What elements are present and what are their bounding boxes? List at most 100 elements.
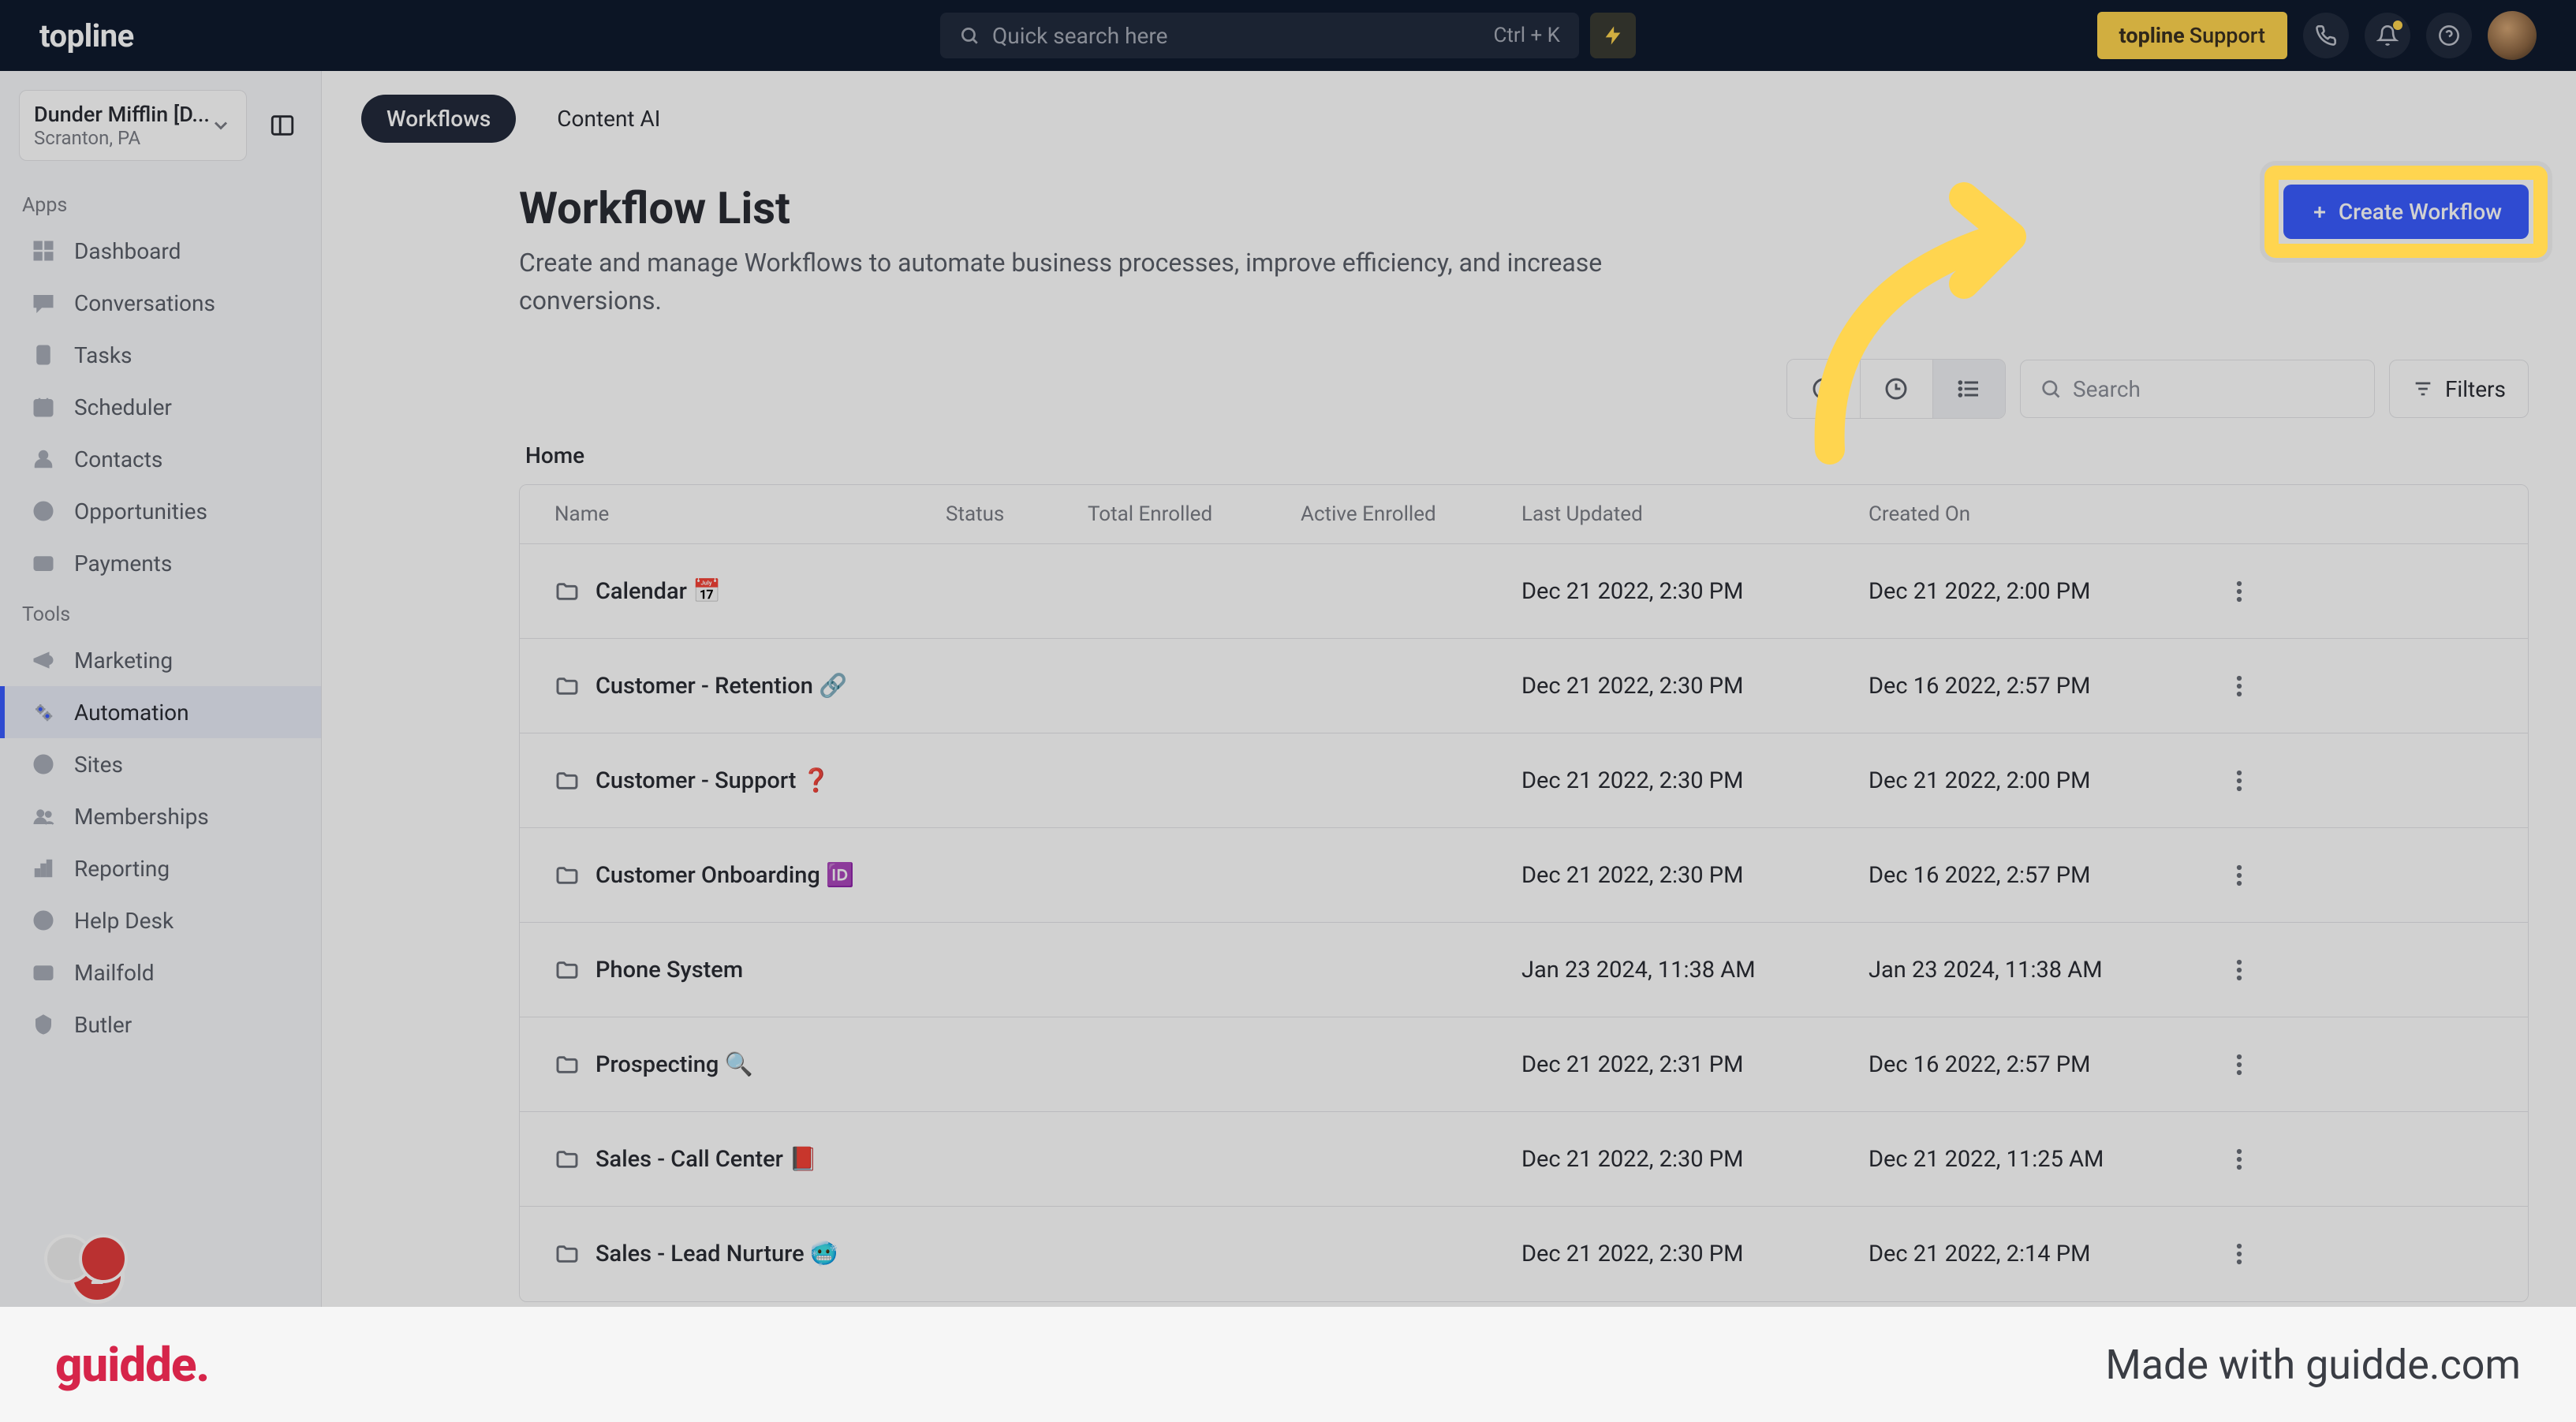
sidebar-item-label: Memberships bbox=[74, 804, 209, 830]
sidebar-item-contacts[interactable]: Contacts bbox=[0, 433, 321, 485]
chevron-down-icon bbox=[210, 114, 232, 136]
nav-section-apps: Apps bbox=[0, 180, 321, 225]
sidebar-item-dashboard[interactable]: Dashboard bbox=[0, 225, 321, 277]
table-search-input[interactable]: Search bbox=[2020, 360, 2375, 418]
sidebar-item-label: Marketing bbox=[74, 648, 173, 674]
filters-button[interactable]: Filters bbox=[2389, 360, 2529, 418]
table-row[interactable]: Sales - Call Center 📕Dec 21 2022, 2:30 P… bbox=[520, 1112, 2528, 1207]
table-search-placeholder: Search bbox=[2073, 376, 2141, 402]
created-on-cell: Dec 16 2022, 2:57 PM bbox=[1853, 673, 2200, 700]
sidebar-item-payments[interactable]: Payments bbox=[0, 537, 321, 589]
sidebar-item-marketing[interactable]: Marketing bbox=[0, 634, 321, 686]
filters-label: Filters bbox=[2445, 376, 2506, 402]
support-brand: topline bbox=[2119, 23, 2185, 48]
plus-icon bbox=[2310, 203, 2329, 222]
create-workflow-label: Create Workflow bbox=[2339, 199, 2502, 225]
phone-icon bbox=[2315, 24, 2337, 47]
table-row[interactable]: Phone SystemJan 23 2024, 11:38 AMJan 23 … bbox=[520, 923, 2528, 1017]
clock-icon bbox=[1883, 376, 1909, 401]
mail-icon bbox=[30, 959, 57, 986]
globe-icon bbox=[30, 751, 57, 778]
workspace-name: Dunder Mifflin [D... bbox=[34, 102, 210, 127]
row-more-button[interactable] bbox=[2219, 572, 2259, 611]
sidebar-item-opportunities[interactable]: Opportunities bbox=[0, 485, 321, 537]
global-search-input[interactable]: Quick search here Ctrl + K bbox=[940, 13, 1579, 58]
table-row[interactable]: Prospecting 🔍Dec 21 2022, 2:31 PMDec 16 … bbox=[520, 1017, 2528, 1112]
quick-actions-button[interactable] bbox=[1590, 13, 1636, 58]
panel-icon bbox=[269, 112, 296, 139]
table-row[interactable]: Calendar 📅Dec 21 2022, 2:30 PMDec 21 202… bbox=[520, 544, 2528, 639]
sidebar-item-tasks[interactable]: Tasks bbox=[0, 329, 321, 381]
sidebar-footer-indicator[interactable]: 2 bbox=[0, 1236, 321, 1307]
card-icon bbox=[30, 550, 57, 577]
created-on-cell: Dec 21 2022, 11:25 AM bbox=[1853, 1146, 2200, 1173]
breadcrumb[interactable]: Home bbox=[519, 435, 2529, 484]
sidebar-item-label: Reporting bbox=[74, 856, 170, 882]
user-avatar[interactable] bbox=[2488, 11, 2537, 60]
sidebar-item-mailfold[interactable]: Mailfold bbox=[0, 946, 321, 998]
more-vertical-icon bbox=[2236, 1148, 2242, 1171]
search-shortcut: Ctrl + K bbox=[1493, 24, 1560, 47]
help-button[interactable] bbox=[2426, 13, 2472, 58]
notifications-button[interactable] bbox=[2365, 13, 2410, 58]
sidebar-item-label: Sites bbox=[74, 752, 123, 778]
phone-button[interactable] bbox=[2303, 13, 2349, 58]
workflows-table: NameStatusTotal EnrolledActive EnrolledL… bbox=[519, 484, 2529, 1302]
folder-icon bbox=[554, 674, 580, 699]
create-workflow-button[interactable]: Create Workflow bbox=[2283, 185, 2529, 239]
folder-icon bbox=[554, 1241, 580, 1267]
name-cell: Sales - Lead Nurture 🥶 bbox=[520, 1241, 930, 1267]
table-row[interactable]: Sales - Lead Nurture 🥶Dec 21 2022, 2:30 … bbox=[520, 1207, 2528, 1301]
question-icon bbox=[2438, 24, 2460, 47]
sidebar-item-sites[interactable]: Sites bbox=[0, 738, 321, 790]
row-more-button[interactable] bbox=[2219, 666, 2259, 706]
more-vertical-icon bbox=[2236, 1053, 2242, 1077]
group-icon bbox=[30, 803, 57, 830]
table-row[interactable]: Customer Onboarding 🆔Dec 21 2022, 2:30 P… bbox=[520, 828, 2528, 923]
more-vertical-icon bbox=[2236, 580, 2242, 603]
sidebar-item-memberships[interactable]: Memberships bbox=[0, 790, 321, 842]
view-segment-group bbox=[1786, 359, 2006, 419]
stack-bubble-icon bbox=[79, 1234, 128, 1283]
sidebar-item-reporting[interactable]: Reporting bbox=[0, 842, 321, 894]
row-more-button[interactable] bbox=[2219, 1045, 2259, 1084]
folder-icon bbox=[554, 579, 580, 604]
created-on-cell: Dec 21 2022, 2:14 PM bbox=[1853, 1241, 2200, 1267]
view-recent-button[interactable] bbox=[1787, 360, 1860, 418]
search-icon bbox=[2040, 378, 2062, 400]
support-button[interactable]: topline Support bbox=[2097, 12, 2287, 59]
sidebar-item-butler[interactable]: Butler bbox=[0, 998, 321, 1051]
last-updated-cell: Jan 23 2024, 11:38 AM bbox=[1506, 957, 1853, 983]
sidebar-item-help-desk[interactable]: Help Desk bbox=[0, 894, 321, 946]
row-more-button[interactable] bbox=[2219, 761, 2259, 801]
chat-icon bbox=[30, 289, 57, 316]
view-list-button[interactable] bbox=[1932, 360, 2005, 418]
row-more-button[interactable] bbox=[2219, 1234, 2259, 1274]
guidde-footer: guidde. Made with guidde.com bbox=[0, 1307, 2576, 1422]
chart-icon bbox=[30, 855, 57, 882]
row-more-button[interactable] bbox=[2219, 856, 2259, 895]
column-header: Name bbox=[520, 485, 930, 543]
sidebar-item-automation[interactable]: Automation bbox=[0, 686, 321, 738]
tab-content-ai[interactable]: Content AI bbox=[532, 95, 685, 143]
sidebar-item-label: Tasks bbox=[74, 342, 133, 368]
view-scheduled-button[interactable] bbox=[1860, 360, 1932, 418]
sidebar-item-label: Butler bbox=[74, 1012, 132, 1038]
sidebar-collapse-button[interactable] bbox=[263, 104, 302, 147]
table-row[interactable]: Customer - Support ❓Dec 21 2022, 2:30 PM… bbox=[520, 733, 2528, 828]
row-more-button[interactable] bbox=[2219, 950, 2259, 990]
tab-workflows[interactable]: Workflows bbox=[361, 95, 516, 143]
workspace-switcher[interactable]: Dunder Mifflin [D... Scranton, PA bbox=[19, 90, 247, 161]
more-vertical-icon bbox=[2236, 674, 2242, 698]
row-more-button[interactable] bbox=[2219, 1140, 2259, 1179]
sidebar-item-conversations[interactable]: Conversations bbox=[0, 277, 321, 329]
column-header: Active Enrolled bbox=[1285, 485, 1506, 543]
topbar: topline Quick search here Ctrl + K topli… bbox=[0, 0, 2576, 71]
table-row[interactable]: Customer - Retention 🔗Dec 21 2022, 2:30 … bbox=[520, 639, 2528, 733]
nav-section-tools: Tools bbox=[0, 589, 321, 634]
row-name: Prospecting 🔍 bbox=[595, 1051, 753, 1078]
calendar-icon bbox=[30, 394, 57, 420]
sidebar-item-scheduler[interactable]: Scheduler bbox=[0, 381, 321, 433]
name-cell: Customer Onboarding 🆔 bbox=[520, 862, 930, 889]
sidebar-item-label: Dashboard bbox=[74, 238, 181, 264]
